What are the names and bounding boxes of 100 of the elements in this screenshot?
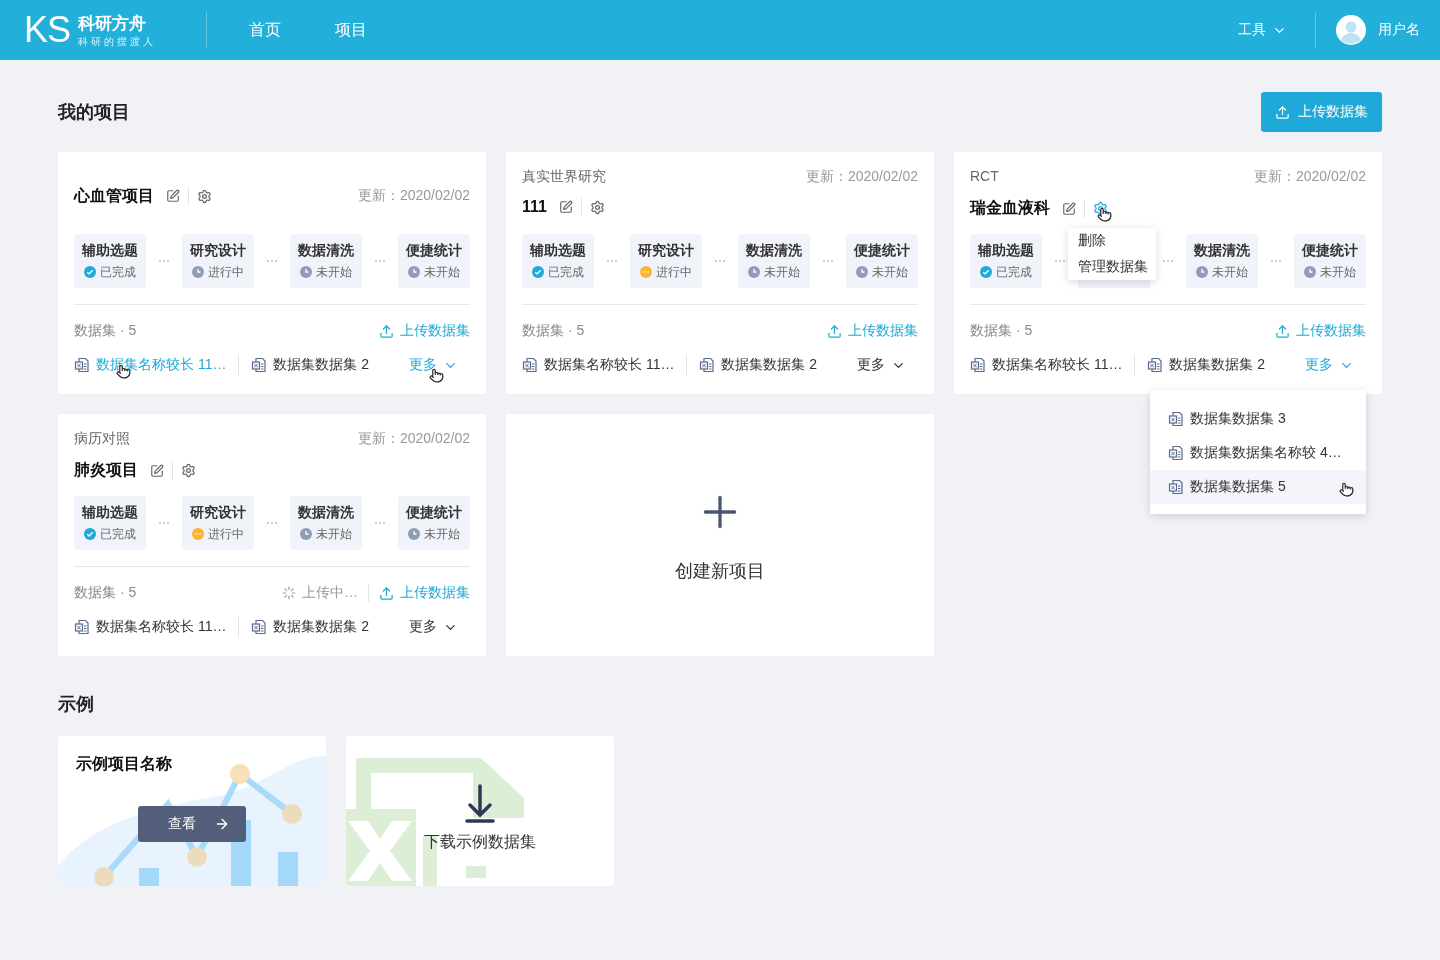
stage-tile[interactable]: 研究设计 进行中	[182, 496, 254, 550]
file-icon	[1168, 445, 1184, 461]
stage-tile[interactable]: 数据清洗 未开始	[738, 234, 810, 288]
edit-icon[interactable]	[150, 463, 164, 478]
stage-name: 辅助选题	[978, 241, 1034, 260]
dataset-count: 数据集 · 5	[970, 322, 1033, 340]
stage-status: 未开始	[316, 263, 352, 281]
dataset-link[interactable]: 数据集名称较长 11…	[522, 356, 675, 374]
dataset-link[interactable]: 数据集数据集 2	[251, 618, 370, 636]
stage-tile[interactable]: 数据清洗 未开始	[1186, 234, 1258, 288]
edit-icon[interactable]	[558, 200, 573, 214]
stage-name: 研究设计	[190, 503, 246, 522]
view-button[interactable]: 查看	[138, 806, 246, 842]
project-category: 真实世界研究	[522, 168, 606, 186]
more-button[interactable]: 更多	[857, 356, 918, 374]
uploading-status: 上传中…	[302, 584, 358, 602]
ellipsis-icon	[374, 259, 386, 263]
point-marker	[230, 764, 250, 784]
settings-icon[interactable]	[589, 199, 605, 215]
bar-shape	[278, 852, 298, 886]
point-marker	[94, 867, 114, 886]
ellipsis-icon	[1162, 259, 1174, 263]
file-icon	[522, 357, 538, 373]
hand-cursor-icon	[1339, 482, 1354, 497]
file-icon	[251, 357, 268, 373]
download-link[interactable]: 下载示例数据集	[424, 832, 536, 853]
section-title: 示例	[58, 693, 94, 716]
menu-item[interactable]: 管理数据集	[1068, 254, 1156, 280]
update-date: 更新：2020/02/02	[805, 168, 918, 186]
dataset-count: 数据集 · 5	[74, 322, 137, 340]
stage-name: 辅助选题	[530, 241, 586, 260]
stage-name: 数据清洗	[746, 241, 802, 260]
upload-icon	[1275, 104, 1290, 120]
ellipsis-icon	[1054, 259, 1066, 263]
stage-tile[interactable]: 数据清洗 未开始	[290, 234, 362, 288]
dataset-link[interactable]: 数据集数据集 2	[1147, 356, 1266, 374]
stage-tile[interactable]: 研究设计 进行中	[182, 234, 254, 288]
dataset-link[interactable]: 数据集名称较长 11…	[970, 356, 1123, 374]
example-project-card[interactable]: 示例项目名称 查看	[58, 736, 326, 886]
dropdown-item[interactable]: 数据集数据集 5	[1150, 470, 1366, 504]
stage-tile[interactable]: 便捷统计 未开始	[1294, 234, 1366, 288]
stage-name: 辅助选题	[82, 241, 138, 260]
upload-icon	[827, 323, 842, 339]
settings-icon[interactable]	[197, 188, 212, 204]
file-icon	[699, 357, 716, 373]
stage-tile[interactable]: 研究设计 进行中	[630, 234, 702, 288]
example-project-name: 示例项目名称	[76, 754, 172, 774]
menu-item[interactable]: 删除	[1068, 228, 1156, 254]
create-project-card[interactable]: 创建新项目	[506, 414, 934, 656]
spinner-icon	[282, 586, 296, 600]
logo-mark: KS	[24, 12, 71, 48]
stage-name: 便捷统计	[406, 503, 462, 522]
stage-status: 未开始	[316, 525, 352, 543]
file-icon	[1168, 479, 1184, 495]
ellipsis-icon	[266, 521, 278, 525]
edit-icon[interactable]	[166, 189, 180, 203]
ellipsis-icon	[714, 259, 726, 263]
stage-tile[interactable]: 便捷统计 未开始	[398, 496, 470, 550]
project-name: 瑞金血液科	[970, 198, 1050, 218]
point-marker	[282, 804, 302, 824]
avatar-icon[interactable]	[1336, 15, 1366, 45]
stage-status: 未开始	[1212, 263, 1248, 281]
stage-tile[interactable]: 辅助选题 已完成	[522, 234, 594, 288]
stage-status: 已完成	[548, 263, 584, 281]
dataset-link[interactable]: 数据集数据集 2	[251, 356, 370, 374]
ellipsis-icon	[822, 259, 834, 263]
stage-tile[interactable]: 数据清洗 未开始	[290, 496, 362, 550]
dataset-link[interactable]: 数据集数据集 2	[699, 356, 818, 374]
stage-status: 未开始	[424, 263, 460, 281]
stage-tile[interactable]: 辅助选题 已完成	[74, 234, 146, 288]
stage-status: 已完成	[996, 263, 1032, 281]
stage-tile[interactable]: 便捷统计 未开始	[398, 234, 470, 288]
file-icon	[74, 619, 90, 635]
edit-icon[interactable]	[1062, 201, 1076, 216]
brand-slogan: 科研的摆渡人	[78, 34, 157, 49]
stage-tile[interactable]: 辅助选题 已完成	[74, 496, 146, 550]
stage-name: 数据清洗	[298, 241, 354, 260]
settings-icon[interactable]	[181, 463, 196, 478]
dataset-count: 数据集 · 5	[74, 584, 137, 602]
stage-tile[interactable]: 辅助选题 已完成	[970, 234, 1042, 288]
stage-name: 便捷统计	[1302, 241, 1358, 260]
project-name: 心血管项目	[74, 185, 154, 206]
ellipsis-icon	[374, 521, 386, 525]
file-icon	[251, 619, 268, 635]
project-name: 肺炎项目	[74, 460, 138, 480]
dataset-link[interactable]: 数据集名称较长 11…	[74, 618, 227, 636]
dropdown-item[interactable]: 数据集数据集名称较 4…	[1150, 436, 1366, 470]
upload-icon	[1275, 323, 1290, 339]
update-date: 更新：2020/02/02	[357, 187, 470, 205]
file-icon	[1168, 411, 1184, 427]
download-card[interactable]: 下载示例数据集	[346, 736, 614, 886]
section-title: 我的项目	[58, 101, 130, 124]
stage-status: 已完成	[100, 263, 136, 281]
stage-status: 进行中	[656, 263, 692, 281]
stage-tile[interactable]: 便捷统计 未开始	[846, 234, 918, 288]
dropdown-item[interactable]: 数据集数据集 3	[1150, 402, 1366, 436]
stage-name: 数据清洗	[298, 503, 354, 522]
more-button[interactable]: 更多	[409, 618, 470, 636]
dataset-count: 数据集 · 5	[522, 322, 585, 340]
brand-name: 科研方舟	[78, 12, 148, 35]
